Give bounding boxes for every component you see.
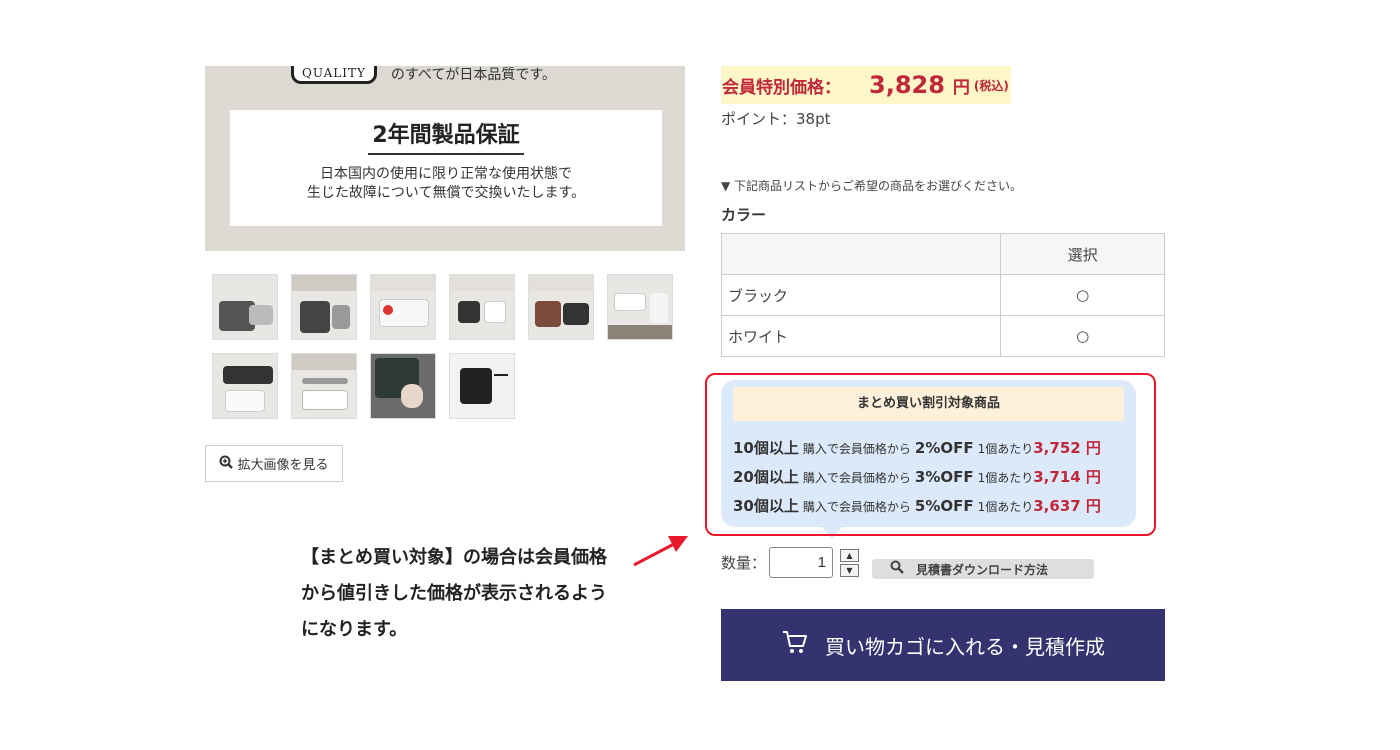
warranty-title: 2年間製品保証 xyxy=(368,122,524,155)
quality-row: QUALITY のすべてが日本品質です。 xyxy=(291,66,556,84)
annotation-arrow-icon xyxy=(633,536,688,567)
search-icon xyxy=(890,560,904,578)
cart-icon xyxy=(781,629,809,661)
color-row-black[interactable]: ブラック ○ xyxy=(720,274,1165,316)
color-row-white[interactable]: ホワイト ○ xyxy=(720,315,1165,357)
product-main-image: QUALITY のすべてが日本品質です。 2年間製品保証 日本国内の使用に限り正… xyxy=(205,66,685,251)
thumbnail-8[interactable] xyxy=(291,353,357,419)
thumbnail-10[interactable] xyxy=(449,353,515,419)
thumbnail-4[interactable] xyxy=(449,274,515,340)
price-tax: (税込) xyxy=(973,78,1009,93)
bulk-highlight-frame xyxy=(705,373,1156,536)
quality-badge: QUALITY xyxy=(291,66,377,84)
quality-text: のすべてが日本品質です。 xyxy=(390,67,556,83)
select-hint: ▼ 下記商品リストからご希望の商品をお選びください。 xyxy=(721,179,1023,193)
select-header: 選択 xyxy=(1000,233,1165,275)
color-name: ブラック xyxy=(720,274,1002,316)
color-name-header xyxy=(720,233,1002,275)
cart-button-label: 買い物カゴに入れる・見積作成 xyxy=(825,634,1105,659)
caret-up-icon: ▲ xyxy=(846,551,853,560)
thumbnail-1[interactable] xyxy=(212,274,278,340)
estimate-download-button[interactable]: 見積書ダウンロード方法 xyxy=(872,559,1094,579)
quantity-label: 数量： xyxy=(721,554,767,572)
quantity-down-button[interactable]: ▼ xyxy=(840,564,859,577)
thumbnail-7[interactable] xyxy=(212,353,278,419)
zoom-button-label: 拡大画像を見る xyxy=(237,458,329,473)
points-text: ポイント：38pt xyxy=(721,110,831,128)
quantity-stepper: ▲ ▼ xyxy=(840,549,859,579)
color-radio-black[interactable]: ○ xyxy=(1000,274,1165,316)
color-name: ホワイト xyxy=(720,315,1002,357)
thumbnail-6[interactable] xyxy=(607,274,673,340)
quantity-up-button[interactable]: ▲ xyxy=(840,549,859,562)
price-value: 3,828 xyxy=(869,71,945,99)
warranty-body: 日本国内の使用に限り正常な使用状態で 生じた故障について無償で交換いたします。 xyxy=(230,165,662,203)
thumbnail-5[interactable] xyxy=(528,274,594,340)
zoom-in-icon xyxy=(219,455,234,473)
quantity-input[interactable] xyxy=(769,547,833,578)
add-to-cart-button[interactable]: 買い物カゴに入れる・見積作成 xyxy=(721,609,1165,681)
thumbnail-9[interactable] xyxy=(370,353,436,419)
price-unit: 円 xyxy=(952,77,970,98)
annotation-note: 【まとめ買い対象】の場合は会員価格から値引きした価格が表示されるようになります。 xyxy=(301,547,607,640)
color-label: カラー xyxy=(721,206,767,224)
color-table-header: 選択 xyxy=(720,233,1165,275)
warranty-line-2: 生じた故障について無償で交換いたします。 xyxy=(306,185,586,201)
thumbnail-2[interactable] xyxy=(291,274,357,340)
radio-mark: ○ xyxy=(1076,327,1090,345)
warranty-line-1: 日本国内の使用に限り正常な使用状態で xyxy=(320,166,572,182)
zoom-image-button[interactable]: 拡大画像を見る xyxy=(205,445,343,482)
estimate-button-label: 見積書ダウンロード方法 xyxy=(916,562,1049,577)
radio-mark: ○ xyxy=(1076,286,1090,304)
thumbnail-3[interactable] xyxy=(370,274,436,340)
price-label: 会員特別価格： xyxy=(722,77,841,98)
warranty-box: 2年間製品保証 日本国内の使用に限り正常な使用状態で 生じた故障について無償で交… xyxy=(230,110,662,226)
member-price: 会員特別価格： 3,828 円 (税込) xyxy=(721,66,1011,104)
caret-down-icon: ▼ xyxy=(846,566,853,575)
color-radio-white[interactable]: ○ xyxy=(1000,315,1165,357)
color-table: 選択 ブラック ○ ホワイト ○ xyxy=(720,233,1165,357)
